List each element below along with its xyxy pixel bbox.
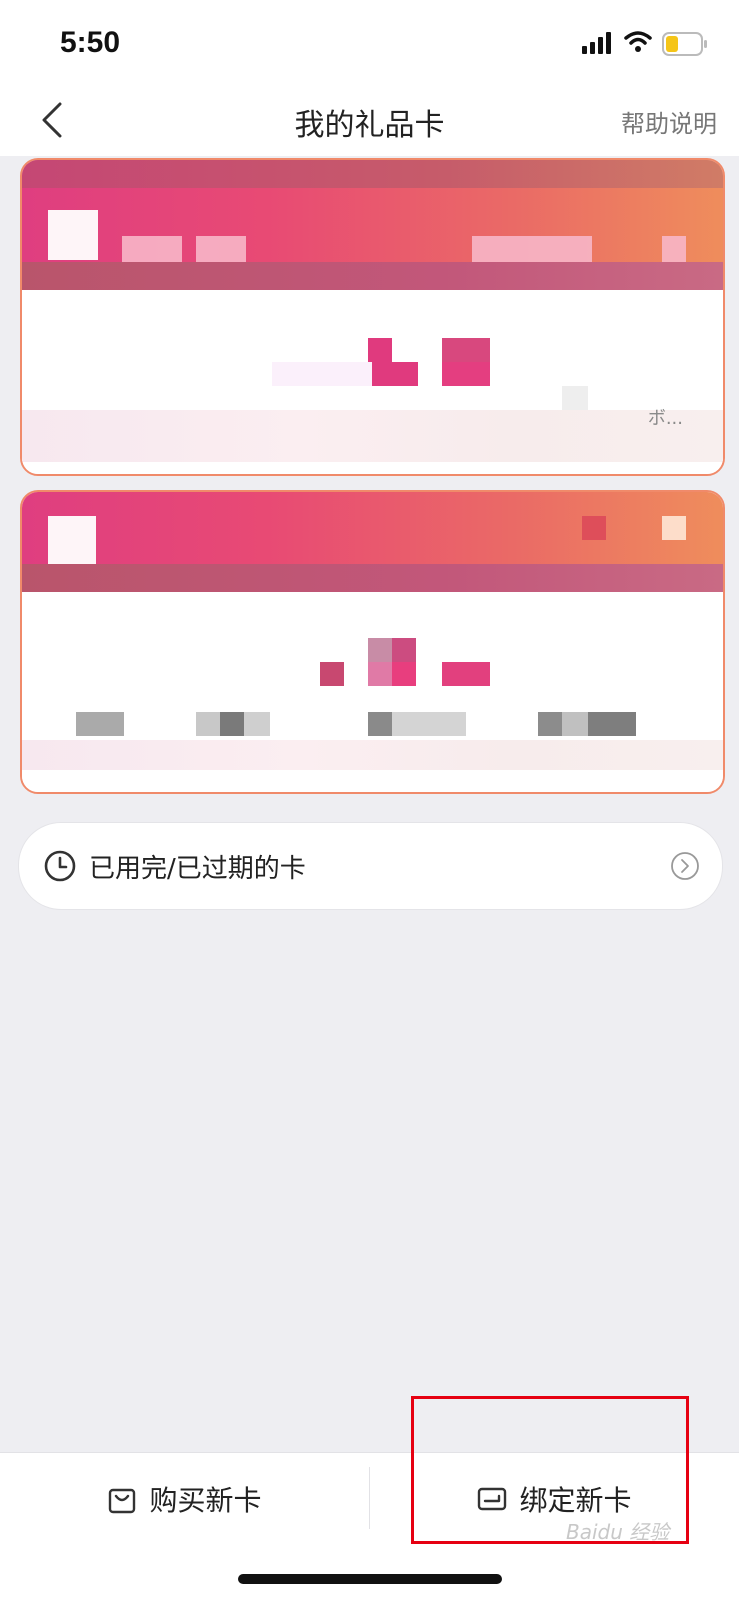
pixel-block xyxy=(196,236,246,262)
help-link[interactable]: 帮助说明 xyxy=(621,104,717,139)
card-banner xyxy=(22,492,723,592)
pixel-block xyxy=(196,712,220,736)
pixel-block xyxy=(220,712,244,736)
pixel-block xyxy=(392,638,416,662)
pixel-block xyxy=(442,338,490,362)
pixel-row xyxy=(22,436,723,462)
pixel-block xyxy=(368,638,392,662)
gift-card-screen: 5:50 我的礼品卡 帮助说明 ボ... 已用完/已过期的卡 购买新卡 绑定新卡… xyxy=(0,0,739,1600)
pixel-block xyxy=(562,712,588,736)
pixel-block xyxy=(76,712,124,736)
banner-stripe xyxy=(22,160,723,188)
gift-card[interactable]: ボ... xyxy=(20,158,725,476)
pixel-block xyxy=(562,386,588,410)
pixel-block xyxy=(48,516,96,564)
pixel-block xyxy=(662,516,686,540)
chevron-circle-icon xyxy=(671,852,699,880)
pixel-block xyxy=(472,236,592,262)
expired-cards-row[interactable]: 已用完/已过期的卡 xyxy=(18,822,723,910)
pixel-block xyxy=(588,712,636,736)
pixel-block xyxy=(244,712,270,736)
card-body: ボ... xyxy=(22,290,723,474)
pixel-block xyxy=(662,236,686,262)
pixel-block xyxy=(272,362,372,386)
banner-stripe xyxy=(22,564,723,592)
clock-icon xyxy=(44,850,76,882)
nav-bar: 我的礼品卡 帮助说明 xyxy=(0,84,739,156)
buy-new-card-button[interactable]: 购买新卡 xyxy=(0,1453,369,1545)
card-body xyxy=(22,592,723,792)
wifi-icon xyxy=(624,31,652,52)
gift-card[interactable] xyxy=(20,490,725,794)
card-banner xyxy=(22,160,723,290)
pixel-block xyxy=(582,516,606,540)
pixel-block xyxy=(392,362,418,386)
home-indicator xyxy=(238,1574,502,1584)
status-bar: 5:50 xyxy=(0,0,739,84)
signal-icon xyxy=(582,32,611,54)
bag-icon xyxy=(109,1488,136,1514)
battery-icon xyxy=(662,32,707,56)
watermark: Baidu 经验 xyxy=(566,1520,670,1544)
banner-stripe xyxy=(22,262,723,290)
pixel-block xyxy=(442,362,490,386)
pixel-block xyxy=(392,662,416,686)
expired-cards-label: 已用完/已过期的卡 xyxy=(89,853,306,884)
pixel-block xyxy=(442,662,490,686)
pixel-block xyxy=(48,210,98,260)
buy-new-card-label: 购买新卡 xyxy=(149,1484,262,1517)
pixel-block xyxy=(320,662,344,686)
pixel-block xyxy=(122,236,182,262)
card-note: ボ... xyxy=(647,408,683,429)
pixel-block xyxy=(368,712,392,736)
pixel-block xyxy=(368,662,392,686)
pixel-block xyxy=(538,712,562,736)
pixel-block xyxy=(392,712,466,736)
status-time: 5:50 xyxy=(60,26,121,59)
pixel-row xyxy=(22,740,723,770)
